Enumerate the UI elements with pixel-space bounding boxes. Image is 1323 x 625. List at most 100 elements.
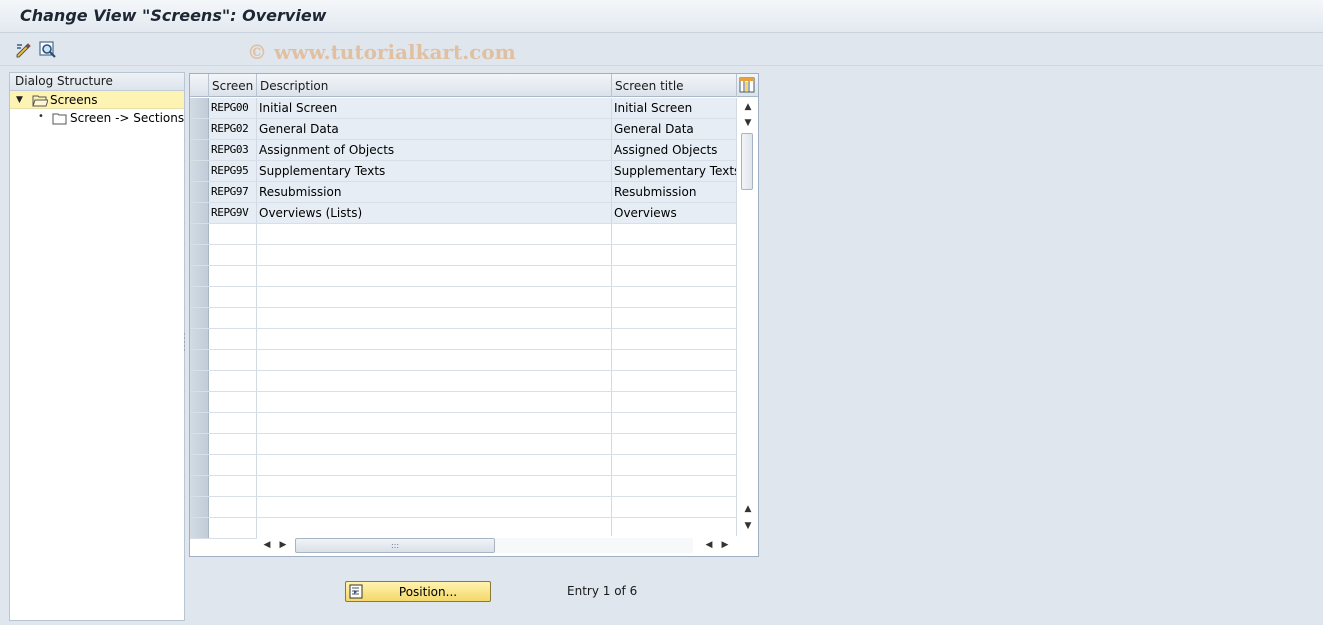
table-row[interactable]: REPG03 Assignment of Objects Assigned Obje… bbox=[190, 140, 737, 161]
empty-table-row[interactable] bbox=[190, 392, 737, 413]
scroll-left-icon[interactable]: ◀ bbox=[703, 538, 715, 552]
table-row[interactable]: REPG95 Supplementary Texts Supplementary T… bbox=[190, 161, 737, 182]
cell-description[interactable] bbox=[257, 371, 612, 391]
cell-description[interactable]: General Data bbox=[257, 119, 612, 139]
cell-description[interactable] bbox=[257, 287, 612, 307]
row-selector[interactable] bbox=[190, 476, 209, 496]
scroll-right-icon[interactable]: ▶ bbox=[277, 538, 289, 552]
empty-table-row[interactable] bbox=[190, 371, 737, 392]
cell-screen-title[interactable] bbox=[612, 308, 737, 328]
column-header-screen[interactable]: Screen bbox=[209, 74, 257, 97]
cell-screen-title[interactable] bbox=[612, 224, 737, 244]
cell-description[interactable]: Assignment of Objects bbox=[257, 140, 612, 160]
row-selector[interactable] bbox=[190, 371, 209, 391]
scroll-left-icon[interactable]: ◀ bbox=[261, 538, 273, 552]
select-all-header[interactable] bbox=[190, 74, 209, 97]
cell-screen-title[interactable]: Initial Screen bbox=[612, 98, 737, 118]
cell-screen-title[interactable] bbox=[612, 455, 737, 475]
cell-screen[interactable]: REPG95 bbox=[209, 161, 257, 181]
table-row[interactable]: REPG9V Overviews (Lists) Overviews bbox=[190, 203, 737, 224]
cell-description[interactable] bbox=[257, 350, 612, 370]
horizontal-scrollbar-thumb[interactable]: ::: bbox=[295, 538, 495, 553]
row-selector[interactable] bbox=[190, 119, 209, 139]
empty-table-row[interactable] bbox=[190, 287, 737, 308]
empty-table-row[interactable] bbox=[190, 266, 737, 287]
expand-arrow-icon[interactable]: ▼ bbox=[16, 91, 23, 109]
row-selector[interactable] bbox=[190, 287, 209, 307]
row-selector[interactable] bbox=[190, 140, 209, 160]
cell-description[interactable] bbox=[257, 392, 612, 412]
cell-screen-title[interactable] bbox=[612, 413, 737, 433]
cell-description[interactable] bbox=[257, 245, 612, 265]
table-row[interactable]: REPG97 Resubmission Resubmission bbox=[190, 182, 737, 203]
cell-screen[interactable] bbox=[209, 476, 257, 496]
row-selector[interactable] bbox=[190, 308, 209, 328]
cell-description[interactable]: Overviews (Lists) bbox=[257, 203, 612, 223]
cell-screen-title[interactable] bbox=[612, 476, 737, 496]
row-selector[interactable] bbox=[190, 455, 209, 475]
empty-table-row[interactable] bbox=[190, 434, 737, 455]
cell-screen-title[interactable] bbox=[612, 371, 737, 391]
row-selector[interactable] bbox=[190, 497, 209, 517]
cell-screen[interactable] bbox=[209, 224, 257, 244]
empty-table-row[interactable] bbox=[190, 476, 737, 497]
scroll-down-icon[interactable]: ▼ bbox=[741, 116, 755, 130]
cell-screen[interactable] bbox=[209, 329, 257, 349]
cell-screen[interactable] bbox=[209, 413, 257, 433]
cell-screen[interactable]: REPG00 bbox=[209, 98, 257, 118]
cell-screen[interactable] bbox=[209, 308, 257, 328]
row-selector[interactable] bbox=[190, 392, 209, 412]
search-icon[interactable] bbox=[38, 40, 58, 60]
cell-screen[interactable] bbox=[209, 434, 257, 454]
cell-description[interactable] bbox=[257, 455, 612, 475]
scroll-up-icon[interactable]: ▲ bbox=[741, 100, 755, 114]
empty-table-row[interactable] bbox=[190, 455, 737, 476]
cell-screen[interactable] bbox=[209, 497, 257, 517]
column-header-description[interactable]: Description bbox=[257, 74, 612, 97]
empty-table-row[interactable] bbox=[190, 245, 737, 266]
cell-description[interactable]: Initial Screen bbox=[257, 98, 612, 118]
row-selector[interactable] bbox=[190, 224, 209, 244]
cell-screen[interactable]: REPG03 bbox=[209, 140, 257, 160]
row-selector[interactable] bbox=[190, 203, 209, 223]
cell-description[interactable] bbox=[257, 266, 612, 286]
horizontal-scrollbar[interactable]: ◀ ▶ ::: ◀ ▶ bbox=[257, 536, 738, 554]
cell-screen-title[interactable]: Resubmission bbox=[612, 182, 737, 202]
cell-description[interactable] bbox=[257, 497, 612, 517]
cell-description[interactable]: Resubmission bbox=[257, 182, 612, 202]
empty-table-row[interactable] bbox=[190, 224, 737, 245]
cell-screen-title[interactable] bbox=[612, 434, 737, 454]
vertical-scrollbar[interactable]: ▲ ▼ ▲ ▼ bbox=[738, 98, 758, 536]
row-selector[interactable] bbox=[190, 329, 209, 349]
cell-screen-title[interactable] bbox=[612, 350, 737, 370]
cell-description[interactable] bbox=[257, 329, 612, 349]
cell-screen-title[interactable] bbox=[612, 497, 737, 517]
row-selector[interactable] bbox=[190, 98, 209, 118]
cell-screen-title[interactable] bbox=[612, 329, 737, 349]
cell-description[interactable] bbox=[257, 434, 612, 454]
splitter-handle[interactable]: · · · · · bbox=[183, 331, 186, 356]
empty-table-row[interactable] bbox=[190, 413, 737, 434]
cell-screen[interactable] bbox=[209, 455, 257, 475]
cell-description[interactable]: Supplementary Texts bbox=[257, 161, 612, 181]
tree-item-screens[interactable]: ▼ Screens bbox=[10, 91, 184, 109]
cell-screen-title[interactable]: Overviews bbox=[612, 203, 737, 223]
cell-screen-title[interactable] bbox=[612, 245, 737, 265]
table-row[interactable]: REPG00 Initial Screen Initial Screen bbox=[190, 98, 737, 119]
scroll-right-icon[interactable]: ▶ bbox=[719, 538, 731, 552]
cell-screen-title[interactable]: Assigned Objects bbox=[612, 140, 737, 160]
cell-screen[interactable] bbox=[209, 245, 257, 265]
scrollbar-thumb[interactable] bbox=[741, 133, 753, 190]
cell-description[interactable] bbox=[257, 518, 612, 538]
cell-screen[interactable] bbox=[209, 518, 257, 538]
display-change-icon[interactable] bbox=[14, 40, 34, 60]
empty-table-row[interactable] bbox=[190, 329, 737, 350]
scroll-page-down-icon[interactable]: ▼ bbox=[741, 519, 755, 533]
empty-table-row[interactable] bbox=[190, 497, 737, 518]
row-selector[interactable] bbox=[190, 266, 209, 286]
empty-table-row[interactable] bbox=[190, 308, 737, 329]
cell-description[interactable] bbox=[257, 476, 612, 496]
row-selector[interactable] bbox=[190, 245, 209, 265]
cell-screen-title[interactable] bbox=[612, 518, 737, 538]
tree-item-screen-sections[interactable]: • Screen -> Sections bbox=[10, 109, 184, 127]
